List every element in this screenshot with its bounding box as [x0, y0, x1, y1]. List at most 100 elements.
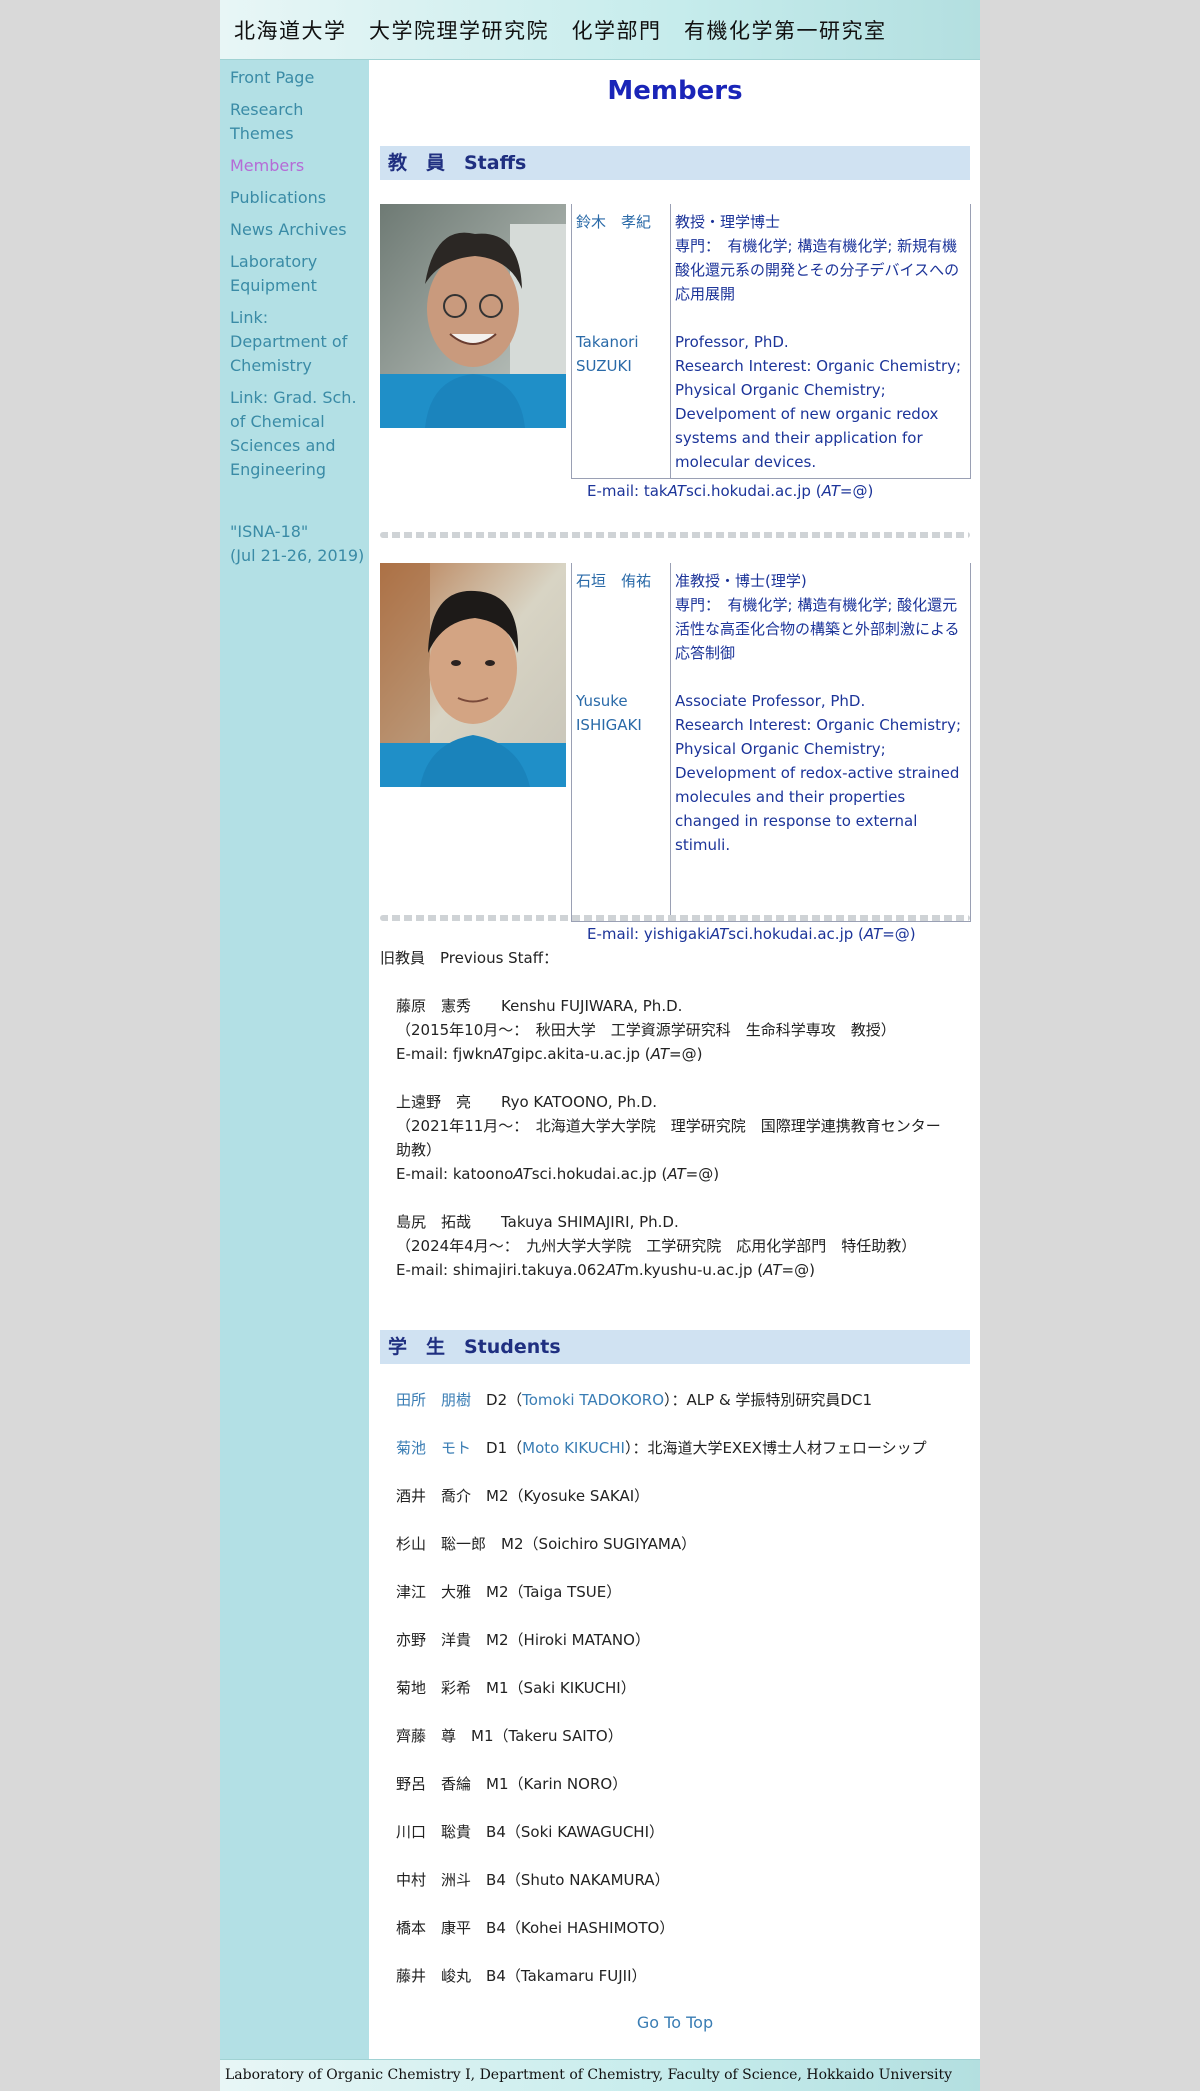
email-domain: sci.hokudai.ac.jp (	[685, 482, 822, 500]
footer-text: Laboratory of Organic Chemistry I, Depar…	[225, 2067, 953, 2083]
previous-staff-position: （2015年10月～： 秋田大学 工学資源学研究科 生命科学専攻 教授）	[396, 1021, 896, 1039]
isna-event-name: "ISNA-18"	[230, 522, 309, 541]
student-row: 橋本 康平 B4（Kohei HASHIMOTO）	[396, 1919, 675, 1937]
student-name-en: Takeru SAITO	[508, 1727, 608, 1745]
email-note-at: AT	[763, 1261, 782, 1279]
students-heading: 学 生 Students	[380, 1330, 970, 1364]
student-name-en: Saki KIKUCHI	[523, 1679, 621, 1697]
nav-link-department[interactable]: Link: Department of Chemistry	[230, 306, 365, 378]
student-name-en: Kyosuke SAKAI	[523, 1487, 635, 1505]
email-domain: sci.hokudai.ac.jp (	[728, 925, 864, 943]
student-name-en: Soichiro SUGIYAMA	[538, 1535, 682, 1553]
nav-laboratory-equipment[interactable]: Laboratory Equipment	[230, 250, 365, 298]
email-prefix: E-mail: tak	[587, 482, 668, 500]
email-prefix: E-mail: fjwkn	[396, 1045, 493, 1063]
staff-email-suzuki[interactable]: E-mail: takATsci.hokudai.ac.jp (AT=@)	[587, 479, 873, 503]
previous-staff-position: （2021年11月～： 北海道大学大学院 理学研究院 国際理学連携教育センター …	[396, 1117, 956, 1159]
student-name-jp: 津江 大雅	[396, 1583, 472, 1601]
staff-name-en: Takanori SUZUKI	[576, 333, 639, 375]
student-name-jp: 菊地 彩希	[396, 1679, 472, 1697]
staff-title-en: Professor, PhD.	[675, 333, 789, 351]
staff-info-suzuki: 鈴木 孝紀 Takanori SUZUKI 教授・理学博士 専門： 有機化学; …	[571, 204, 971, 479]
student-row: 川口 聡貴 B4（Soki KAWAGUCHI）	[396, 1823, 665, 1841]
staff-name-jp: 石垣 侑祐	[576, 572, 652, 590]
student-grade: M2	[501, 1535, 524, 1553]
staff-title-en: Associate Professor, PhD.	[675, 692, 866, 710]
isna-event-dates: (Jul 21-26, 2019)	[230, 546, 365, 565]
previous-staff-position: （2024年4月～： 九州大学大学院 工学研究院 応用化学部門 特任助教）	[396, 1237, 917, 1255]
site-footer: Laboratory of Organic Chemistry I, Depar…	[220, 2059, 980, 2091]
staffs-heading: 教 員 Staffs	[380, 146, 970, 180]
student-name-en: Hiroki MATANO	[523, 1631, 635, 1649]
student-grade: D2	[486, 1391, 508, 1409]
previous-staff-email[interactable]: E-mail: fjwknATgipc.akita-u.ac.jp (AT=@)	[380, 1042, 970, 1066]
nav-isna-event[interactable]: "ISNA-18" (Jul 21-26, 2019)	[230, 520, 365, 568]
email-at: AT	[492, 1045, 512, 1063]
student-name-jp: 亦野 洋貴	[396, 1631, 472, 1649]
student-row: 菊池 モト D1（Moto KIKUCHI）：北海道大学EXEX博士人材フェロー…	[396, 1439, 927, 1457]
email-note-end: =@)	[669, 1045, 703, 1063]
staff-email-ishigaki[interactable]: E-mail: yishigakiATsci.hokudai.ac.jp (AT…	[587, 922, 916, 946]
student-name-en: Taiga TSUE	[523, 1583, 607, 1601]
page-title: Members	[607, 76, 743, 106]
staff-photo-suzuki	[380, 204, 566, 428]
staffs-heading-label: 教 員 Staffs	[388, 152, 527, 174]
student-row: 菊地 彩希 M1（Saki KIKUCHI）	[396, 1679, 636, 1697]
nav-publications[interactable]: Publications	[230, 186, 365, 210]
email-at: AT	[709, 925, 729, 943]
student-grade: B4	[486, 1967, 506, 1985]
email-domain: gipc.akita-u.ac.jp (	[511, 1045, 651, 1063]
student-name-en[interactable]: Tomoki TADOKORO	[522, 1391, 664, 1409]
student-name-jp: 酒井 喬介	[396, 1487, 472, 1505]
nav-members[interactable]: Members	[230, 154, 365, 178]
previous-staff-name: 藤原 憲秀 Kenshu FUJIWARA, Ph.D.	[396, 997, 683, 1015]
site-header: 北海道大学 大学院理学研究院 化学部門 有機化学第一研究室	[220, 0, 980, 60]
nav-link-grad-school[interactable]: Link: Grad. Sch. of Chemical Sciences an…	[230, 386, 365, 482]
student-name-jp: 中村 洲斗	[396, 1871, 472, 1889]
student-name-jp[interactable]: 菊池 モト	[396, 1439, 471, 1457]
student-grade: M2	[486, 1487, 509, 1505]
student-row: 津江 大雅 M2（Taiga TSUE）	[396, 1583, 622, 1601]
student-name-jp[interactable]: 田所 朋樹	[396, 1391, 471, 1409]
student-name-en: Takamaru FUJII	[520, 1967, 632, 1985]
student-name-jp: 川口 聡貴	[396, 1823, 472, 1841]
previous-staff-email[interactable]: E-mail: katoonoATsci.hokudai.ac.jp (AT=@…	[380, 1162, 970, 1186]
staff-title-jp: 准教授・博士(理学)	[675, 572, 807, 590]
student-grade: M2	[486, 1583, 509, 1601]
previous-staff: 旧教員 Previous Staff： 藤原 憲秀 Kenshu FUJIWAR…	[380, 946, 970, 1282]
student-row: 中村 洲斗 B4（Shuto NAKAMURA）	[396, 1871, 670, 1889]
email-prefix: E-mail: shimajiri.takuya.062	[396, 1261, 606, 1279]
student-name-en: Shuto NAKAMURA	[520, 1871, 655, 1889]
email-prefix: E-mail: katoono	[396, 1165, 514, 1183]
email-note-end: =@)	[781, 1261, 815, 1279]
student-grade: M2	[486, 1631, 509, 1649]
sidebar-nav: Front Page Research Themes Members Publi…	[230, 66, 365, 576]
nav-news-archives[interactable]: News Archives	[230, 218, 365, 242]
previous-staff-name: 上遠野 亮 Ryo KATOONO, Ph.D.	[396, 1093, 658, 1111]
student-row: 藤井 峻丸 B4（Takamaru FUJII）	[396, 1967, 647, 1985]
student-name-jp: 橋本 康平	[396, 1919, 472, 1937]
student-grade: M1	[486, 1775, 509, 1793]
staff-photo-ishigaki	[380, 563, 566, 787]
staff-field-jp: 専門： 有機化学; 構造有機化学; 新規有機酸化還元系の開発とその分子デバイスへ…	[675, 237, 960, 303]
nav-research-themes[interactable]: Research Themes	[230, 98, 365, 146]
students-heading-label: 学 生 Students	[388, 1336, 561, 1358]
nav-front-page[interactable]: Front Page	[230, 66, 365, 90]
staff-info-ishigaki: 石垣 侑祐 Yusuke ISHIGAKI 准教授・博士(理学) 専門： 有機化…	[571, 563, 971, 922]
staff-title-jp: 教授・理学博士	[675, 213, 781, 231]
previous-staff-name: 島尻 拓哉 Takuya SHIMAJIRI, Ph.D.	[396, 1213, 679, 1231]
email-note-at: AT	[650, 1045, 670, 1063]
previous-staff-email[interactable]: E-mail: shimajiri.takuya.062 ATm.kyushu-u…	[380, 1258, 970, 1282]
staff-field-en: Research Interest: Organic Chemistry; Ph…	[675, 357, 962, 471]
email-note-end: =@)	[839, 482, 874, 500]
student-name-en[interactable]: Moto KIKUCHI	[522, 1439, 625, 1457]
email-prefix: E-mail: yishigaki	[587, 925, 710, 943]
email-note-at: AT	[667, 1165, 686, 1183]
student-name-jp: 齊藤 尊	[396, 1727, 457, 1745]
go-to-top-link[interactable]: Go To Top	[380, 2013, 970, 2032]
student-grade: M1	[471, 1727, 494, 1745]
email-at: AT	[667, 482, 686, 500]
student-grade: D1	[486, 1439, 508, 1457]
email-domain: m.kyushu-u.ac.jp (	[624, 1261, 764, 1279]
student-row: 酒井 喬介 M2（Kyosuke SAKAI）	[396, 1487, 650, 1505]
